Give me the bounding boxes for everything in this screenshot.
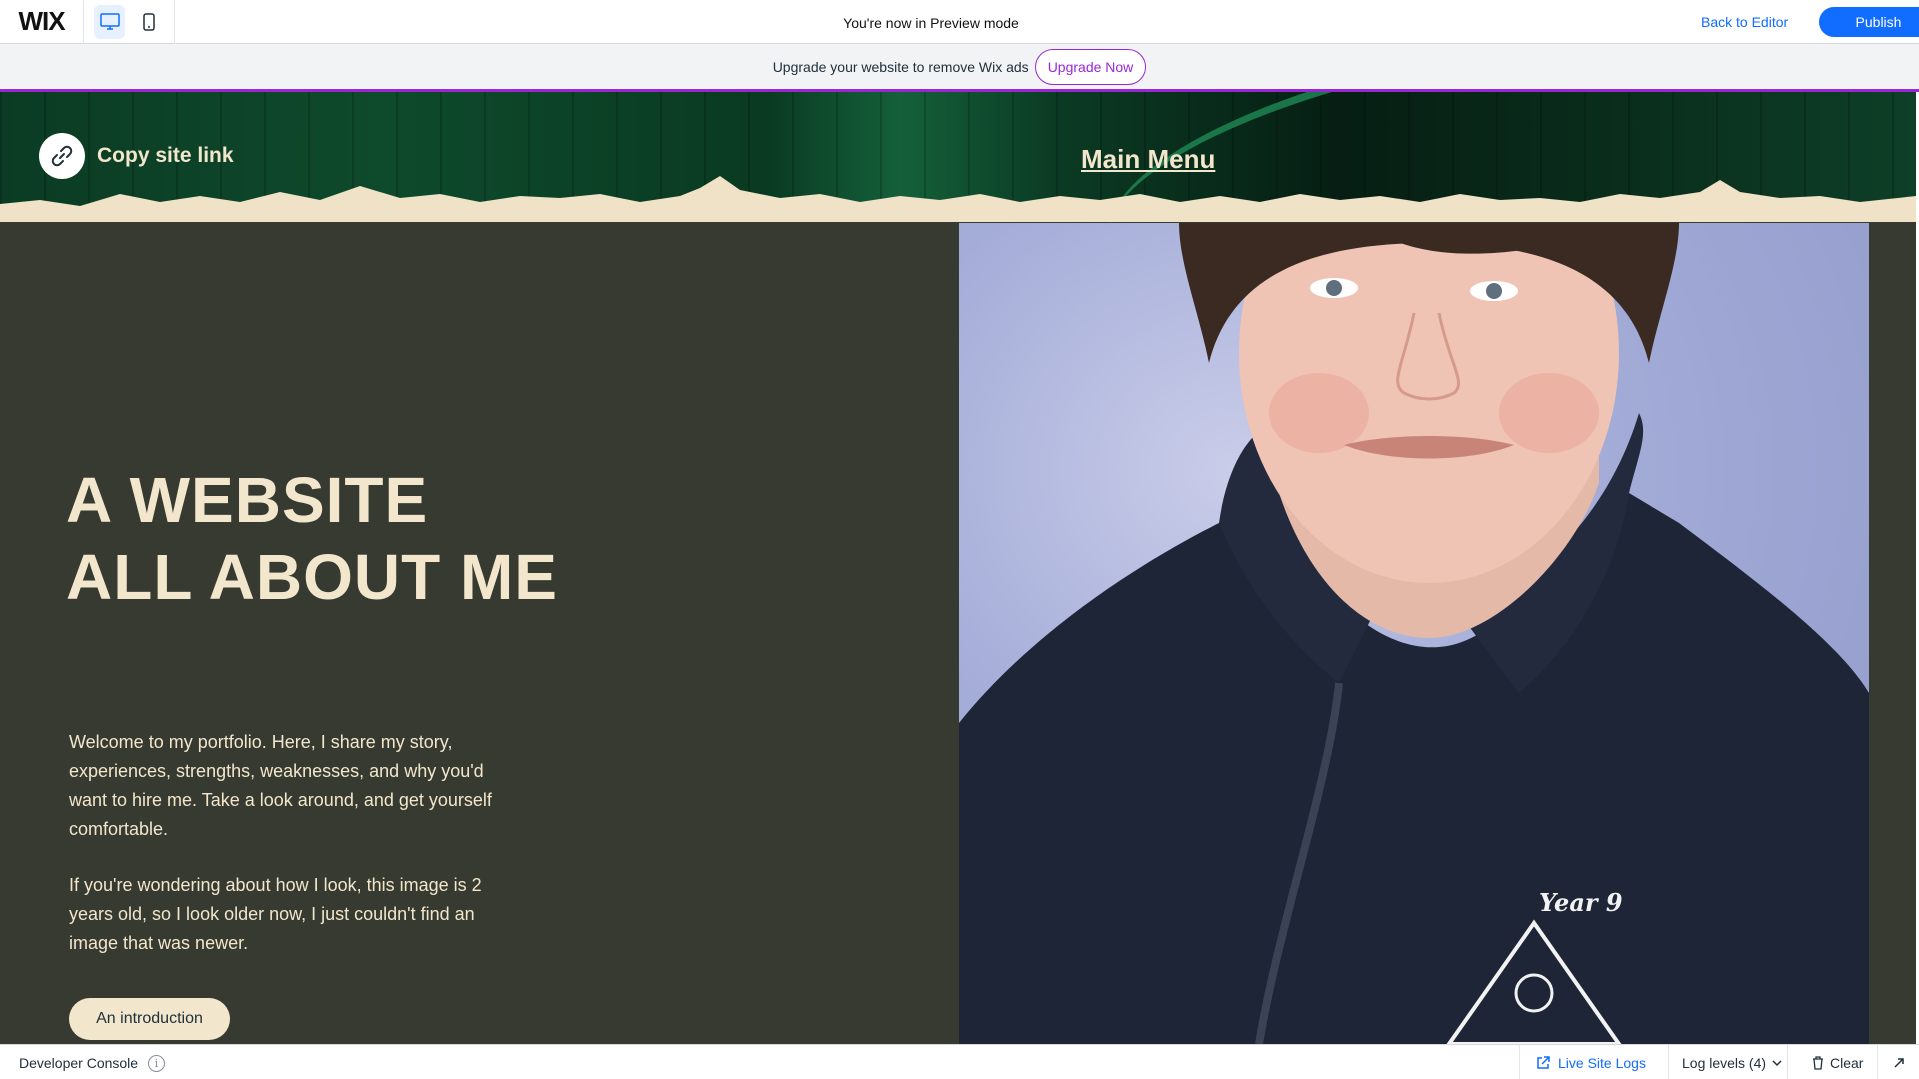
introduction-button[interactable]: An introduction <box>69 998 230 1040</box>
clear-label: Clear <box>1830 1054 1864 1071</box>
log-levels-label: Log levels (4) <box>1682 1054 1767 1071</box>
portrait-illustration: Year 9 <box>959 223 1869 1044</box>
info-icon[interactable]: i <box>148 1055 165 1072</box>
preview-mode-label: You're now in Preview mode <box>843 15 1019 31</box>
copy-site-link-label: Copy site link <box>97 144 234 167</box>
live-site-logs-button[interactable]: Live Site Logs <box>1519 1045 1668 1079</box>
mobile-view-button[interactable] <box>133 5 164 39</box>
publish-button[interactable]: Publish <box>1819 7 1919 37</box>
hero-intro-paragraph: Welcome to my portfolio. Here, I share m… <box>69 732 492 839</box>
upgrade-banner-text: Upgrade your website to remove Wix ads <box>772 58 1029 75</box>
mobile-icon <box>142 12 155 31</box>
wix-logo: WIX <box>0 0 84 44</box>
site-header: Copy site link Main Menu <box>0 92 1916 309</box>
desktop-view-button[interactable] <box>94 4 125 39</box>
live-site-logs-label: Live Site Logs <box>1558 1054 1646 1071</box>
torn-paper-edge <box>0 176 1916 222</box>
developer-console-bar: Developer Console i Live Site Logs Log l… <box>0 1044 1919 1079</box>
desktop-icon <box>99 12 120 30</box>
copy-site-link-button[interactable]: Copy site link <box>39 133 234 179</box>
site-preview: Copy site link Main Menu A WEBSITE ALL A… <box>0 92 1916 1044</box>
hero-photo-note-paragraph: If you're wondering about how I look, th… <box>69 875 482 953</box>
jacket-year-text: Year 9 <box>1539 888 1623 917</box>
portrait-photo: Year 9 <box>959 223 1869 1044</box>
main-menu-link[interactable]: Main Menu <box>1081 144 1215 175</box>
external-link-icon <box>1537 1055 1550 1069</box>
log-levels-dropdown[interactable]: Log levels (4) <box>1668 1045 1787 1079</box>
chevron-down-icon <box>1772 1059 1782 1066</box>
upgrade-banner: Upgrade your website to remove Wix ads U… <box>0 44 1919 92</box>
expand-icon <box>1893 1057 1904 1068</box>
back-to-editor-link[interactable]: Back to Editor <box>1701 14 1788 30</box>
device-switcher <box>84 0 175 44</box>
developer-console-title: Developer Console <box>19 1055 139 1071</box>
hero-title: A WEBSITE ALL ABOUT ME <box>66 464 558 613</box>
preview-topbar: WIX You're now in Preview mode Back to E… <box>0 0 1919 44</box>
expand-console-button[interactable] <box>1877 1045 1919 1079</box>
clear-logs-button[interactable]: Clear <box>1787 1045 1877 1079</box>
link-icon-circle <box>39 133 85 179</box>
trash-icon <box>1813 1055 1823 1070</box>
link-icon <box>51 145 73 167</box>
upgrade-now-button[interactable]: Upgrade Now <box>1034 48 1147 85</box>
